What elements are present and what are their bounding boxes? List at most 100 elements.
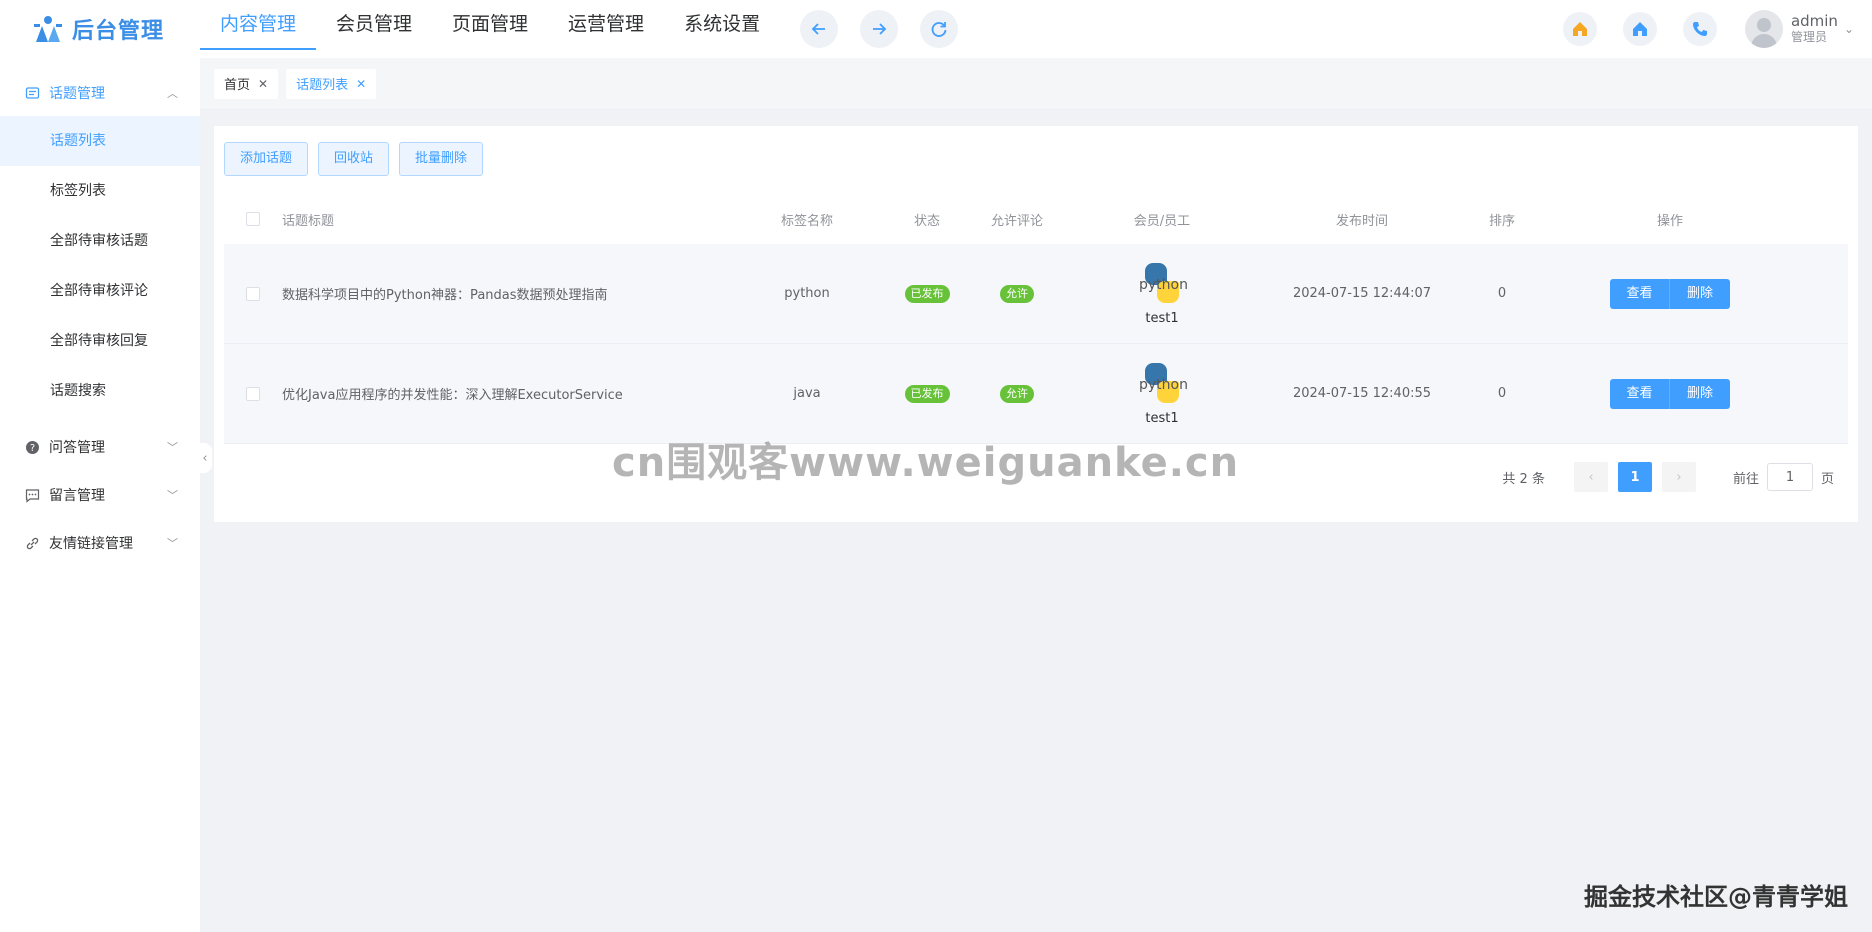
delete-button[interactable]: 删除 bbox=[1670, 378, 1730, 409]
goto-page-input[interactable] bbox=[1766, 463, 1813, 491]
chevron-up-icon: ︿ bbox=[167, 87, 178, 100]
back-button[interactable] bbox=[800, 10, 839, 48]
refresh-icon bbox=[931, 22, 947, 37]
tabs-bar: 首页 ✕ 话题列表 ✕ bbox=[200, 58, 1872, 110]
home-button-blue[interactable] bbox=[1622, 12, 1657, 46]
table-row[interactable]: 优化Java应用程序的并发性能：深入理解ExecutorService java… bbox=[224, 344, 1848, 444]
home-icon bbox=[1632, 22, 1647, 36]
sidebar-group-label: 问答管理 bbox=[49, 440, 105, 456]
table-header: 话题标题 标签名称 状态 允许评论 会员/员工 发布时间 排序 操作 bbox=[224, 194, 1848, 244]
prev-page-button[interactable]: ‹ bbox=[1573, 462, 1608, 492]
row-checkbox[interactable] bbox=[246, 386, 260, 401]
home-button-orange[interactable] bbox=[1562, 12, 1597, 46]
status-badge: 已发布 bbox=[904, 384, 950, 403]
topnav-item-content[interactable]: 内容管理 bbox=[200, 0, 317, 50]
user-name: admin bbox=[1790, 12, 1838, 30]
tab-home[interactable]: 首页 ✕ bbox=[214, 68, 279, 99]
sidebar-group-topics[interactable]: 话题管理 ︿ bbox=[0, 70, 200, 116]
svg-text:?: ? bbox=[29, 443, 34, 454]
sidebar-group-label: 友情链接管理 bbox=[49, 536, 133, 552]
topic-tag: python bbox=[784, 286, 830, 301]
link-icon bbox=[24, 535, 40, 551]
topnav-item-operations[interactable]: 运营管理 bbox=[548, 0, 664, 50]
next-page-button[interactable]: › bbox=[1661, 462, 1696, 492]
home-icon bbox=[1572, 22, 1587, 36]
tab-label: 首页 bbox=[224, 78, 251, 93]
goto-prefix: 前往 bbox=[1732, 471, 1759, 487]
close-icon[interactable]: ✕ bbox=[356, 77, 366, 91]
user-menu[interactable]: admin 管理员 ⌄ bbox=[1744, 10, 1854, 48]
chevron-down-icon: ﹀ bbox=[167, 441, 178, 454]
row-checkbox[interactable] bbox=[246, 286, 260, 301]
arrow-left-icon bbox=[811, 23, 826, 35]
chevron-down-icon: ﹀ bbox=[167, 537, 178, 550]
sidebar-group-links[interactable]: 友情链接管理 ﹀ bbox=[0, 520, 200, 566]
header-member: 会员/员工 bbox=[1133, 213, 1191, 229]
question-icon: ? bbox=[24, 439, 40, 455]
refresh-button[interactable] bbox=[920, 10, 959, 48]
logo-icon bbox=[30, 14, 66, 44]
topnav-item-settings[interactable]: 系统设置 bbox=[664, 0, 780, 50]
sidebar-collapse-button[interactable]: ‹ bbox=[198, 443, 212, 473]
delete-button[interactable]: 删除 bbox=[1670, 278, 1730, 309]
member-name: test1 bbox=[1145, 411, 1179, 426]
top-nav: 内容管理 会员管理 页面管理 运营管理 系统设置 bbox=[200, 0, 780, 58]
sidebar-item-pending-replies[interactable]: 全部待审核回复 bbox=[0, 316, 200, 366]
sidebar-item-topic-list[interactable]: 话题列表 bbox=[0, 116, 200, 166]
header-tag: 标签名称 bbox=[780, 213, 833, 229]
close-icon[interactable]: ✕ bbox=[258, 77, 268, 91]
topic-tag: java bbox=[793, 386, 821, 401]
topic-title: 优化Java应用程序的并发性能：深入理解ExecutorService bbox=[282, 388, 623, 403]
add-topic-button[interactable]: 添加话题 bbox=[224, 142, 309, 176]
sidebar-group-qa[interactable]: ? 问答管理 ﹀ bbox=[0, 424, 200, 470]
allow-comment-badge: 允许 bbox=[1000, 284, 1034, 303]
watermark-overlay: cn围观客www.weiguanke.cn bbox=[612, 440, 1240, 486]
sidebar-item-pending-comments[interactable]: 全部待审核评论 bbox=[0, 266, 200, 316]
chevron-left-icon: ‹ bbox=[1588, 469, 1594, 485]
topnav-item-pages[interactable]: 页面管理 bbox=[432, 0, 548, 50]
phone-button[interactable] bbox=[1682, 12, 1717, 46]
topnav-item-members[interactable]: 会员管理 bbox=[316, 0, 432, 50]
view-button[interactable]: 查看 bbox=[1610, 378, 1670, 409]
chevron-left-icon: ‹ bbox=[202, 450, 208, 466]
logo-text: 后台管理 bbox=[72, 19, 165, 44]
avatar-text: python bbox=[1139, 377, 1188, 393]
page-number-current[interactable]: 1 bbox=[1617, 462, 1652, 492]
pagination-total: 共 2 条 bbox=[1502, 471, 1545, 487]
view-button[interactable]: 查看 bbox=[1610, 278, 1670, 309]
topic-table: 话题标题 标签名称 状态 允许评论 会员/员工 发布时间 排序 操作 数据科学项… bbox=[224, 194, 1848, 444]
sidebar-item-topic-search[interactable]: 话题搜索 bbox=[0, 366, 200, 416]
user-role: 管理员 bbox=[1790, 30, 1827, 44]
publish-time: 2024-07-15 12:40:55 bbox=[1292, 386, 1432, 401]
sidebar-item-pending-topics[interactable]: 全部待审核话题 bbox=[0, 216, 200, 266]
python-avatar-icon: python bbox=[1139, 361, 1188, 407]
sidebar-group-messages[interactable]: 留言管理 ﹀ bbox=[0, 472, 200, 518]
header-time: 发布时间 bbox=[1335, 213, 1388, 229]
avatar-text: python bbox=[1139, 277, 1188, 293]
goto-suffix: 页 bbox=[1820, 471, 1834, 487]
recycle-bin-button[interactable]: 回收站 bbox=[318, 142, 390, 176]
sort-value: 0 bbox=[1497, 286, 1507, 301]
phone-icon bbox=[1692, 22, 1707, 36]
chevron-down-icon: ⌄ bbox=[1843, 22, 1854, 36]
tab-topic-list[interactable]: 话题列表 ✕ bbox=[286, 68, 377, 99]
header-title: 话题标题 bbox=[282, 213, 335, 229]
forward-button[interactable] bbox=[860, 10, 899, 48]
sidebar-item-tag-list[interactable]: 标签列表 bbox=[0, 166, 200, 216]
top-bar: 后台管理 内容管理 会员管理 页面管理 运营管理 系统设置 admin 管理员 … bbox=[0, 0, 1872, 58]
header-allow-comment: 允许评论 bbox=[990, 213, 1043, 229]
pagination: 共 2 条 ‹ 1 › 前往 页 bbox=[1502, 462, 1834, 492]
member-name: test1 bbox=[1145, 311, 1179, 326]
header-operations: 操作 bbox=[1656, 213, 1683, 229]
select-all-checkbox[interactable] bbox=[246, 212, 260, 226]
chat-icon bbox=[24, 487, 40, 503]
table-row[interactable]: 数据科学项目中的Python神器：Pandas数据预处理指南 python 已发… bbox=[224, 244, 1848, 344]
toolbar: 添加话题 回收站 批量删除 bbox=[224, 142, 484, 176]
arrow-right-icon bbox=[873, 23, 887, 35]
header-sort: 排序 bbox=[1488, 213, 1515, 229]
sidebar: 话题管理 ︿ 话题列表 标签列表 全部待审核话题 全部待审核评论 全部待审核回复… bbox=[0, 58, 200, 932]
avatar bbox=[1744, 10, 1783, 48]
logo[interactable]: 后台管理 bbox=[0, 0, 200, 58]
batch-delete-button[interactable]: 批量删除 bbox=[399, 142, 484, 176]
sort-value: 0 bbox=[1497, 386, 1507, 401]
